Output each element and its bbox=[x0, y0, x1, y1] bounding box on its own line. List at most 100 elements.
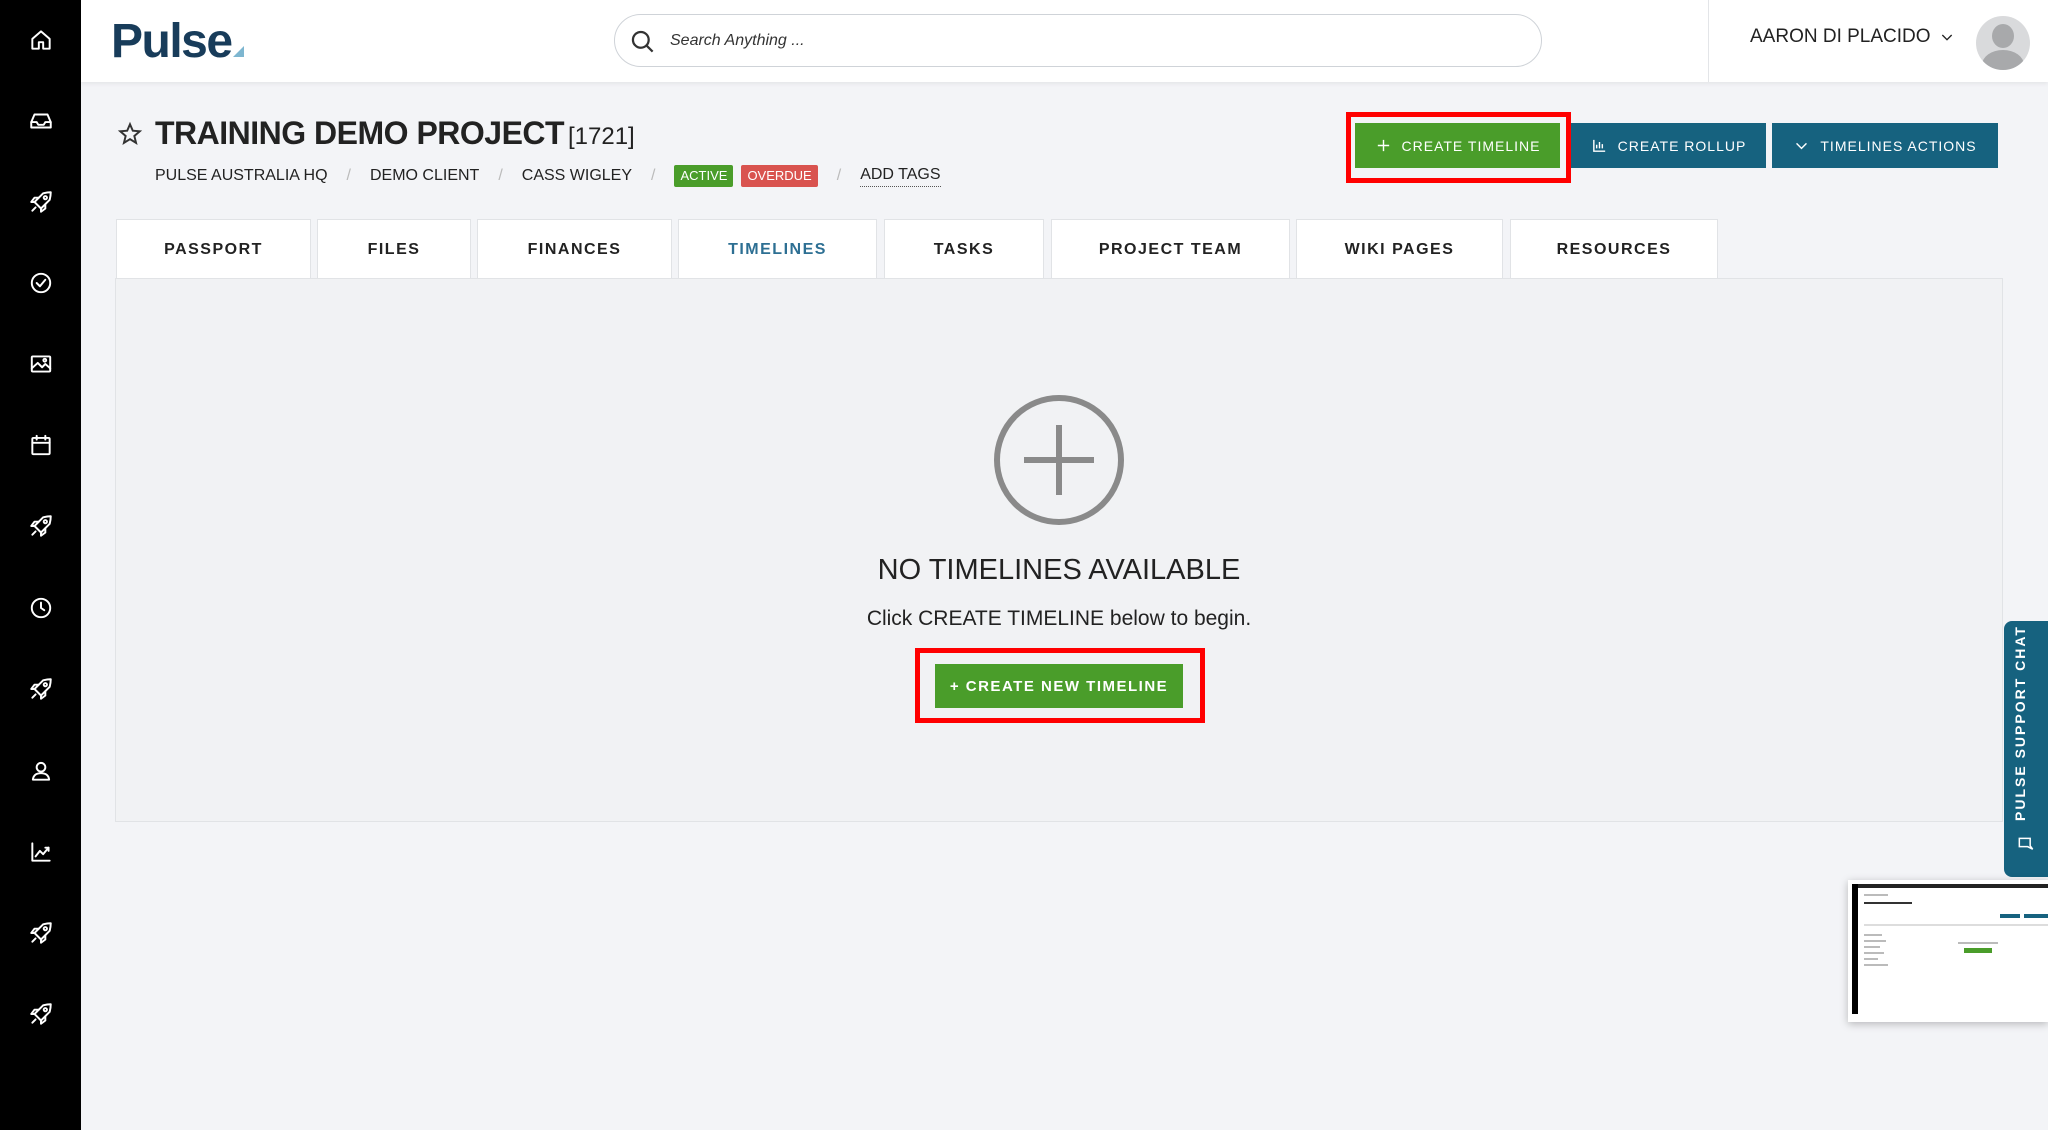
search-input[interactable] bbox=[670, 27, 1510, 55]
preview-line bbox=[1864, 902, 1912, 904]
search-bar bbox=[614, 14, 1542, 67]
timelines-panel bbox=[115, 278, 2003, 822]
status-badge-active: ACTIVE bbox=[674, 165, 734, 187]
user-name: AARON DI PLACIDO bbox=[1750, 26, 1931, 47]
plus-icon bbox=[1377, 139, 1389, 152]
breadcrumb-separator: / bbox=[498, 167, 503, 184]
tab-label: FINANCES bbox=[527, 240, 622, 258]
home-icon bbox=[30, 30, 51, 50]
timelines-actions-button[interactable]: TIMELINES ACTIONS bbox=[1772, 123, 1998, 168]
breadcrumb-separator: / bbox=[346, 167, 351, 184]
sidebar-item-rocket-3[interactable] bbox=[0, 665, 81, 713]
preview-line bbox=[1864, 946, 1880, 948]
avatar[interactable] bbox=[1976, 16, 2030, 70]
preview-line bbox=[1864, 952, 1884, 954]
sidebar-item-calendar[interactable] bbox=[0, 421, 81, 469]
sidebar-item-rocket-2[interactable] bbox=[0, 502, 81, 550]
tab-label: PASSPORT bbox=[164, 240, 263, 258]
avatar-body bbox=[1982, 50, 2024, 70]
page-title: TRAINING DEMO PROJECT bbox=[155, 115, 565, 151]
preview-line bbox=[1864, 934, 1882, 936]
preview-line bbox=[1958, 942, 1998, 944]
preview-button bbox=[2024, 914, 2048, 918]
tab-timelines[interactable]: TIMELINES bbox=[678, 219, 877, 280]
breadcrumb-separator: / bbox=[651, 167, 656, 184]
avatar-head bbox=[1992, 24, 2014, 48]
project-id: [1721] bbox=[568, 123, 635, 150]
tab-project-team[interactable]: PROJECT TEAM bbox=[1051, 219, 1290, 279]
add-circle-icon bbox=[994, 395, 1124, 525]
inbox-icon bbox=[29, 113, 52, 129]
calendar-icon bbox=[30, 434, 51, 456]
tab-tasks[interactable]: TASKS bbox=[884, 219, 1044, 279]
tab-files[interactable]: FILES bbox=[317, 219, 471, 279]
sidebar-item-tasks[interactable] bbox=[0, 259, 81, 307]
user-icon bbox=[31, 761, 50, 781]
preview-topbar bbox=[1858, 884, 2048, 888]
create-rollup-label: CREATE ROLLUP bbox=[1617, 137, 1747, 154]
breadcrumb-item[interactable]: PULSE AUSTRALIA HQ bbox=[155, 167, 328, 185]
add-tags-link[interactable]: ADD TAGS bbox=[860, 166, 941, 187]
image-icon bbox=[30, 355, 51, 373]
pulse-logo[interactable]: Pulse bbox=[111, 14, 244, 70]
empty-state-subtitle: Click CREATE TIMELINE below to begin. bbox=[866, 607, 1252, 630]
sidebar-item-rocket-4[interactable] bbox=[0, 909, 81, 957]
status-badge-overdue: OVERDUE bbox=[741, 165, 818, 187]
favorite-star-button[interactable] bbox=[117, 121, 143, 147]
tab-wiki-pages[interactable]: WIKI PAGES bbox=[1296, 219, 1503, 279]
preview-sidebar bbox=[1852, 884, 1858, 1014]
tab-resources[interactable]: RESOURCES bbox=[1510, 219, 1718, 279]
preview-line bbox=[1864, 958, 1878, 960]
tab-label: PROJECT TEAM bbox=[1098, 240, 1243, 258]
rocket-icon bbox=[29, 515, 52, 537]
create-new-timeline-button[interactable]: + CREATE NEW TIMELINE bbox=[935, 664, 1183, 708]
sidebar-item-people[interactable] bbox=[0, 747, 81, 795]
sidebar-item-home[interactable] bbox=[0, 16, 81, 64]
create-rollup-button[interactable]: CREATE ROLLUP bbox=[1571, 123, 1766, 168]
logo-text: Pulse bbox=[111, 15, 233, 68]
empty-state-title: NO TIMELINES AVAILABLE bbox=[877, 554, 1241, 586]
chevron-down-icon bbox=[1941, 34, 1952, 41]
breadcrumb-item[interactable]: DEMO CLIENT bbox=[370, 167, 479, 185]
sidebar-item-reports[interactable] bbox=[0, 828, 81, 876]
sidebar-item-media[interactable] bbox=[0, 340, 81, 388]
sidebar-item-rocket-5[interactable] bbox=[0, 990, 81, 1038]
tab-label: WIKI PAGES bbox=[1344, 240, 1455, 258]
user-menu[interactable]: AARON DI PLACIDO bbox=[1750, 26, 1955, 48]
tab-passport[interactable]: PASSPORT bbox=[116, 219, 311, 279]
chevron-down-icon bbox=[1796, 142, 1808, 150]
tab-finances[interactable]: FINANCES bbox=[477, 219, 672, 279]
chart-icon bbox=[30, 842, 51, 862]
timelines-actions-label: TIMELINES ACTIONS bbox=[1820, 137, 1977, 154]
rocket-icon bbox=[29, 922, 52, 944]
support-chat-label: PULSE SUPPORT CHAT bbox=[2012, 625, 2028, 821]
preview-line bbox=[1864, 894, 1888, 896]
star-icon bbox=[117, 121, 143, 145]
create-timeline-button[interactable]: CREATE TIMELINE bbox=[1355, 123, 1560, 168]
breadcrumb-item[interactable]: CASS WIGLEY bbox=[522, 167, 632, 185]
screenshot-preview-thumbnail[interactable] bbox=[1848, 880, 2048, 1022]
preview-button bbox=[2000, 914, 2020, 918]
preview-green-button bbox=[1964, 948, 1992, 953]
logo-mark bbox=[232, 46, 244, 57]
preview-line bbox=[1864, 964, 1888, 966]
tab-label: TIMELINES bbox=[728, 241, 827, 258]
tab-label: FILES bbox=[367, 240, 421, 258]
sidebar-item-projects[interactable] bbox=[0, 178, 81, 226]
divider bbox=[1708, 0, 1709, 82]
preview-line bbox=[1864, 940, 1886, 942]
rocket-icon bbox=[29, 678, 52, 700]
tab-label: RESOURCES bbox=[1556, 240, 1672, 258]
sidebar-item-inbox[interactable] bbox=[0, 97, 81, 145]
support-chat-tab[interactable]: PULSE SUPPORT CHAT bbox=[2004, 621, 2048, 877]
chat-icon bbox=[2018, 837, 2034, 850]
create-timeline-label: CREATE TIMELINE bbox=[1401, 137, 1541, 154]
check-circle-icon bbox=[30, 272, 51, 294]
breadcrumb: PULSE AUSTRALIA HQ / DEMO CLIENT / CASS … bbox=[155, 165, 941, 187]
rocket-icon bbox=[29, 191, 52, 213]
preview-line bbox=[1864, 924, 2048, 926]
tab-label: TASKS bbox=[933, 240, 995, 258]
top-bar: Pulse AARON DI PLACIDO bbox=[81, 0, 2048, 82]
bar-chart-icon bbox=[1592, 139, 1605, 152]
rocket-icon bbox=[29, 1003, 52, 1025]
